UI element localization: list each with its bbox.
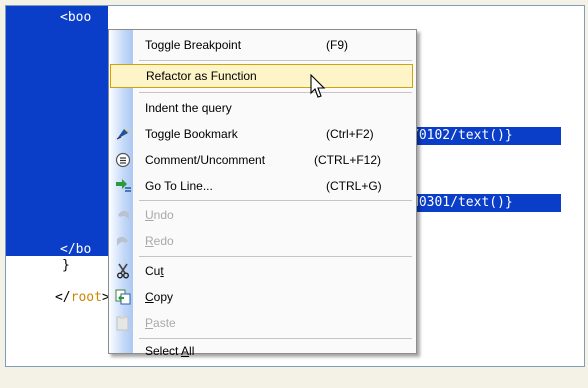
redo-icon <box>115 233 131 249</box>
menu-item-comment-uncomment[interactable]: Comment/Uncomment (CTRL+F12) <box>111 149 412 171</box>
scissors-icon <box>115 263 131 279</box>
root-open-bracket: </ <box>54 290 71 305</box>
menu-item-label: Cut <box>145 264 164 278</box>
menu-item-label: Toggle Breakpoint <box>145 38 242 52</box>
menu-item-copy[interactable]: Copy <box>111 286 412 308</box>
menu-separator <box>139 256 412 257</box>
menu-item-shortcut: (F9) <box>326 38 348 52</box>
mouse-cursor-icon <box>310 73 326 104</box>
menu-item-shortcut: (CTRL+G) <box>326 179 382 193</box>
selection-fragment-2: N0301/text()} <box>409 194 561 212</box>
menu-item-label: Redo <box>145 234 174 248</box>
code-line-brace: } <box>62 258 70 273</box>
code-line-book-close: </bo <box>60 242 92 257</box>
menu-item-label: Toggle Bookmark <box>145 127 238 141</box>
menu-item-label: Refactor as Function <box>146 69 257 83</box>
code-line-book-open: <boo <box>60 10 92 25</box>
undo-icon <box>115 207 131 223</box>
menu-item-redo[interactable]: Redo <box>111 230 412 252</box>
menu-item-toggle-bookmark[interactable]: Toggle Bookmark (Ctrl+F2) <box>111 123 412 145</box>
goto-line-icon <box>115 178 131 194</box>
menu-item-shortcut: (Ctrl+F2) <box>326 127 374 141</box>
selection-block-left <box>6 6 108 256</box>
menu-separator <box>139 92 412 93</box>
bookmark-icon <box>115 126 131 142</box>
menu-item-go-to-line[interactable]: Go To Line... (CTRL+G) <box>111 175 412 197</box>
comment-icon <box>115 152 131 168</box>
menu-item-indent-query[interactable]: Indent the query <box>111 97 412 119</box>
copy-icon <box>115 289 131 305</box>
window-frame: Y0102/text()} N0301/text()} <boo </bo } … <box>0 0 588 388</box>
menu-item-cut[interactable]: Cut <box>111 260 412 282</box>
menu-item-label: Undo <box>145 208 174 222</box>
menu-item-label: Comment/Uncomment <box>145 153 266 167</box>
context-menu: Toggle Breakpoint (F9) Refactor as Funct… <box>108 29 417 358</box>
root-tag-name: root <box>70 290 102 305</box>
menu-item-label: Select All <box>145 344 195 358</box>
selection-fragment-1: Y0102/text()} <box>409 127 561 145</box>
code-line-root-close: </root> <box>8 275 110 320</box>
menu-item-label: Indent the query <box>145 101 232 115</box>
menu-separator <box>139 60 412 61</box>
menu-separator <box>139 200 412 201</box>
menu-item-label: Go To Line... <box>145 179 213 193</box>
menu-item-undo[interactable]: Undo <box>111 204 412 226</box>
menu-item-refactor-as-function[interactable]: Refactor as Function <box>110 64 413 88</box>
menu-item-label: Copy <box>145 290 174 304</box>
menu-item-toggle-breakpoint[interactable]: Toggle Breakpoint (F9) <box>111 34 412 56</box>
menu-item-shortcut: (CTRL+F12) <box>314 153 382 167</box>
menu-item-select-all[interactable]: Select All <box>111 329 412 358</box>
